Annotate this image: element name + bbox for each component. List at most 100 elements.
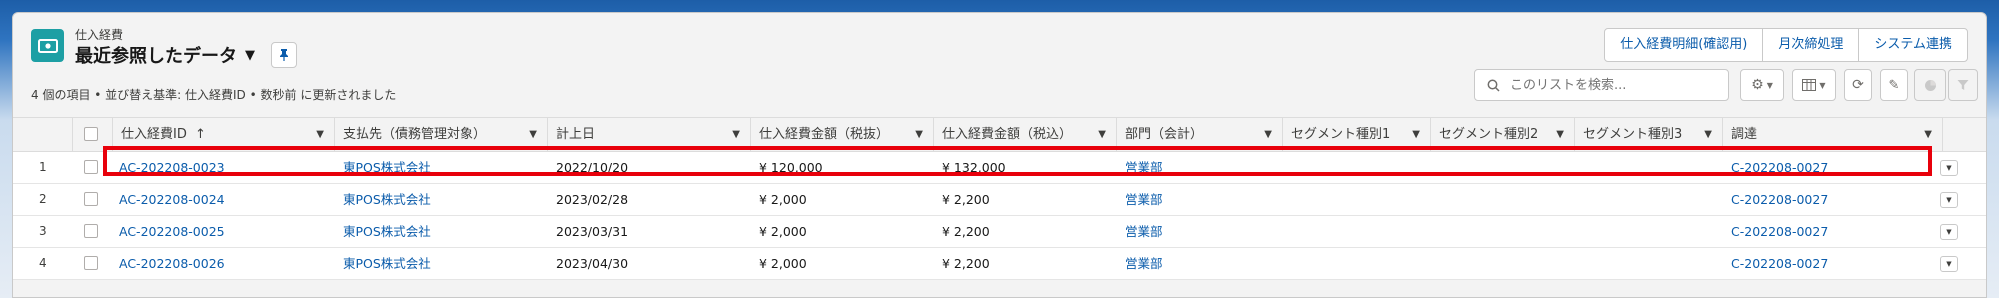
column-header-procurement[interactable]: 調達 ▼ [1723, 118, 1943, 151]
amount-ex-tax: ¥ 120,000 [759, 160, 823, 175]
system-integration-button[interactable]: システム連携 [1858, 29, 1967, 61]
amount-inc-tax: ¥ 2,200 [942, 192, 990, 207]
monthly-close-button[interactable]: 月次締処理 [1762, 29, 1858, 61]
list-view-card: 仕入経費 最近参照したデータ ▼ 4 個の項目 • 並び替え基準: 仕入経費ID… [12, 12, 1987, 298]
procurement-link[interactable]: C-202208-0027 [1731, 184, 1828, 215]
filter-button[interactable] [1948, 69, 1978, 101]
column-header-posting-date[interactable]: 計上日 ▼ [548, 118, 751, 151]
table-header: 仕入経費ID ↑ ▼ 支払先（債務管理対象） ▼ 計上日 ▼ 仕入経費金額（税抜… [13, 117, 1986, 152]
column-label: 部門（会計） [1125, 127, 1204, 142]
chevron-down-icon[interactable]: ▼ [529, 118, 537, 151]
list-search[interactable] [1474, 69, 1729, 101]
department-link[interactable]: 営業部 [1125, 184, 1163, 215]
column-header-department[interactable]: 部門（会計） ▼ [1117, 118, 1283, 151]
row-checkbox[interactable] [84, 256, 98, 270]
posting-date: 2022/10/20 [556, 160, 629, 175]
chevron-down-icon[interactable]: ▼ [1098, 118, 1106, 151]
search-input[interactable] [1508, 76, 1712, 94]
column-header-segment-2[interactable]: セグメント種別2 ▼ [1431, 118, 1575, 151]
amount-ex-tax: ¥ 2,000 [759, 192, 807, 207]
row-actions-button[interactable]: ▼ [1940, 192, 1958, 208]
chevron-down-icon[interactable]: ▼ [915, 118, 923, 151]
chevron-down-icon: ▼ [1819, 80, 1826, 90]
refresh-icon: ⟳ [1852, 77, 1864, 93]
pin-icon [280, 49, 288, 61]
payee-link[interactable]: 東POS株式会社 [343, 152, 431, 183]
expense-id-link[interactable]: AC-202208-0024 [119, 184, 225, 215]
column-label: 計上日 [556, 127, 596, 142]
chevron-down-icon[interactable]: ▼ [1264, 118, 1272, 151]
table-row: 3 AC-202208-0025 東POS株式会社 2023/03/31 ¥ 2… [13, 216, 1986, 248]
column-header-segment-1[interactable]: セグメント種別1 ▼ [1283, 118, 1431, 151]
header-actions: 仕入経費明細(確認用) 月次締処理 システム連携 [1604, 28, 1968, 62]
column-header-amount-ex-tax[interactable]: 仕入経費金額（税抜） ▼ [751, 118, 934, 151]
list-view-title[interactable]: 最近参照したデータ [75, 42, 237, 68]
row-number: 3 [39, 224, 47, 238]
row-actions-button[interactable]: ▼ [1940, 160, 1958, 176]
column-label: セグメント種別1 [1291, 127, 1391, 142]
column-label: 支払先（債務管理対象） [343, 127, 487, 142]
list-status-info: 4 個の項目 • 並び替え基準: 仕入経費ID • 数秒前 に更新されました [31, 88, 397, 102]
pencil-icon: ✎ [1888, 77, 1900, 93]
row-actions-button[interactable]: ▼ [1940, 256, 1958, 272]
amount-inc-tax: ¥ 2,200 [942, 256, 990, 271]
posting-date: 2023/03/31 [556, 224, 629, 239]
list-view-switcher-icon[interactable]: ▼ [245, 48, 255, 63]
posting-date: 2023/02/28 [556, 192, 629, 207]
row-number-header [13, 118, 73, 151]
charts-button[interactable] [1914, 69, 1946, 101]
row-number: 1 [39, 160, 47, 174]
column-header-payee[interactable]: 支払先（債務管理対象） ▼ [335, 118, 548, 151]
row-actions-button[interactable]: ▼ [1940, 224, 1958, 240]
search-icon [1487, 79, 1500, 92]
procurement-link[interactable]: C-202208-0027 [1731, 152, 1828, 183]
expense-id-link[interactable]: AC-202208-0025 [119, 216, 225, 247]
column-label: 仕入経費金額（税込） [942, 127, 1073, 142]
chevron-down-icon[interactable]: ▼ [1704, 118, 1712, 151]
department-link[interactable]: 営業部 [1125, 216, 1163, 247]
amount-ex-tax: ¥ 2,000 [759, 224, 807, 239]
payee-link[interactable]: 東POS株式会社 [343, 216, 431, 247]
row-checkbox[interactable] [84, 160, 98, 174]
amount-ex-tax: ¥ 2,000 [759, 256, 807, 271]
pie-chart-icon [1924, 79, 1936, 91]
pin-list-button[interactable] [271, 42, 297, 68]
list-settings-button[interactable]: ⚙ ▼ [1740, 69, 1784, 101]
table-row: 2 AC-202208-0024 東POS株式会社 2023/02/28 ¥ 2… [13, 184, 1986, 216]
department-link[interactable]: 営業部 [1125, 248, 1163, 279]
column-label: セグメント種別3 [1583, 127, 1683, 142]
column-label: 仕入経費金額（税抜） [759, 127, 890, 142]
table-icon [1802, 79, 1817, 91]
chevron-down-icon[interactable]: ▼ [316, 118, 324, 151]
column-label: 仕入経費ID [121, 127, 187, 142]
list-header: 仕入経費 最近参照したデータ ▼ 4 個の項目 • 並び替え基準: 仕入経費ID… [13, 13, 1986, 117]
column-header-amount-inc-tax[interactable]: 仕入経費金額（税込） ▼ [934, 118, 1117, 151]
display-as-button[interactable]: ▼ [1792, 69, 1836, 101]
column-header-segment-3[interactable]: セグメント種別3 ▼ [1575, 118, 1723, 151]
money-icon [31, 29, 64, 62]
refresh-button[interactable]: ⟳ [1844, 69, 1872, 101]
procurement-link[interactable]: C-202208-0027 [1731, 248, 1828, 279]
chevron-down-icon[interactable]: ▼ [1556, 118, 1564, 151]
payee-link[interactable]: 東POS株式会社 [343, 248, 431, 279]
checkbox-header [73, 118, 113, 151]
chevron-down-icon[interactable]: ▼ [1412, 118, 1420, 151]
procurement-link[interactable]: C-202208-0027 [1731, 216, 1828, 247]
payee-link[interactable]: 東POS株式会社 [343, 184, 431, 215]
gear-icon: ⚙ [1751, 77, 1764, 93]
chevron-down-icon[interactable]: ▼ [1924, 118, 1932, 151]
row-checkbox[interactable] [84, 192, 98, 206]
department-link[interactable]: 営業部 [1125, 152, 1163, 183]
chevron-down-icon: ▼ [1766, 80, 1773, 90]
table-row: 1 AC-202208-0023 東POS株式会社 2022/10/20 ¥ 1… [13, 152, 1986, 184]
column-label: 調達 [1731, 127, 1758, 142]
row-checkbox[interactable] [84, 224, 98, 238]
column-header-expense-id[interactable]: 仕入経費ID ↑ ▼ [113, 118, 335, 151]
inline-edit-button[interactable]: ✎ [1880, 69, 1908, 101]
expense-detail-button[interactable]: 仕入経費明細(確認用) [1605, 29, 1762, 61]
expense-id-link[interactable]: AC-202208-0026 [119, 248, 225, 279]
expense-id-link[interactable]: AC-202208-0023 [119, 152, 225, 183]
chevron-down-icon[interactable]: ▼ [732, 118, 740, 151]
table-row: 4 AC-202208-0026 東POS株式会社 2023/04/30 ¥ 2… [13, 248, 1986, 280]
actions-header [1943, 118, 1986, 151]
